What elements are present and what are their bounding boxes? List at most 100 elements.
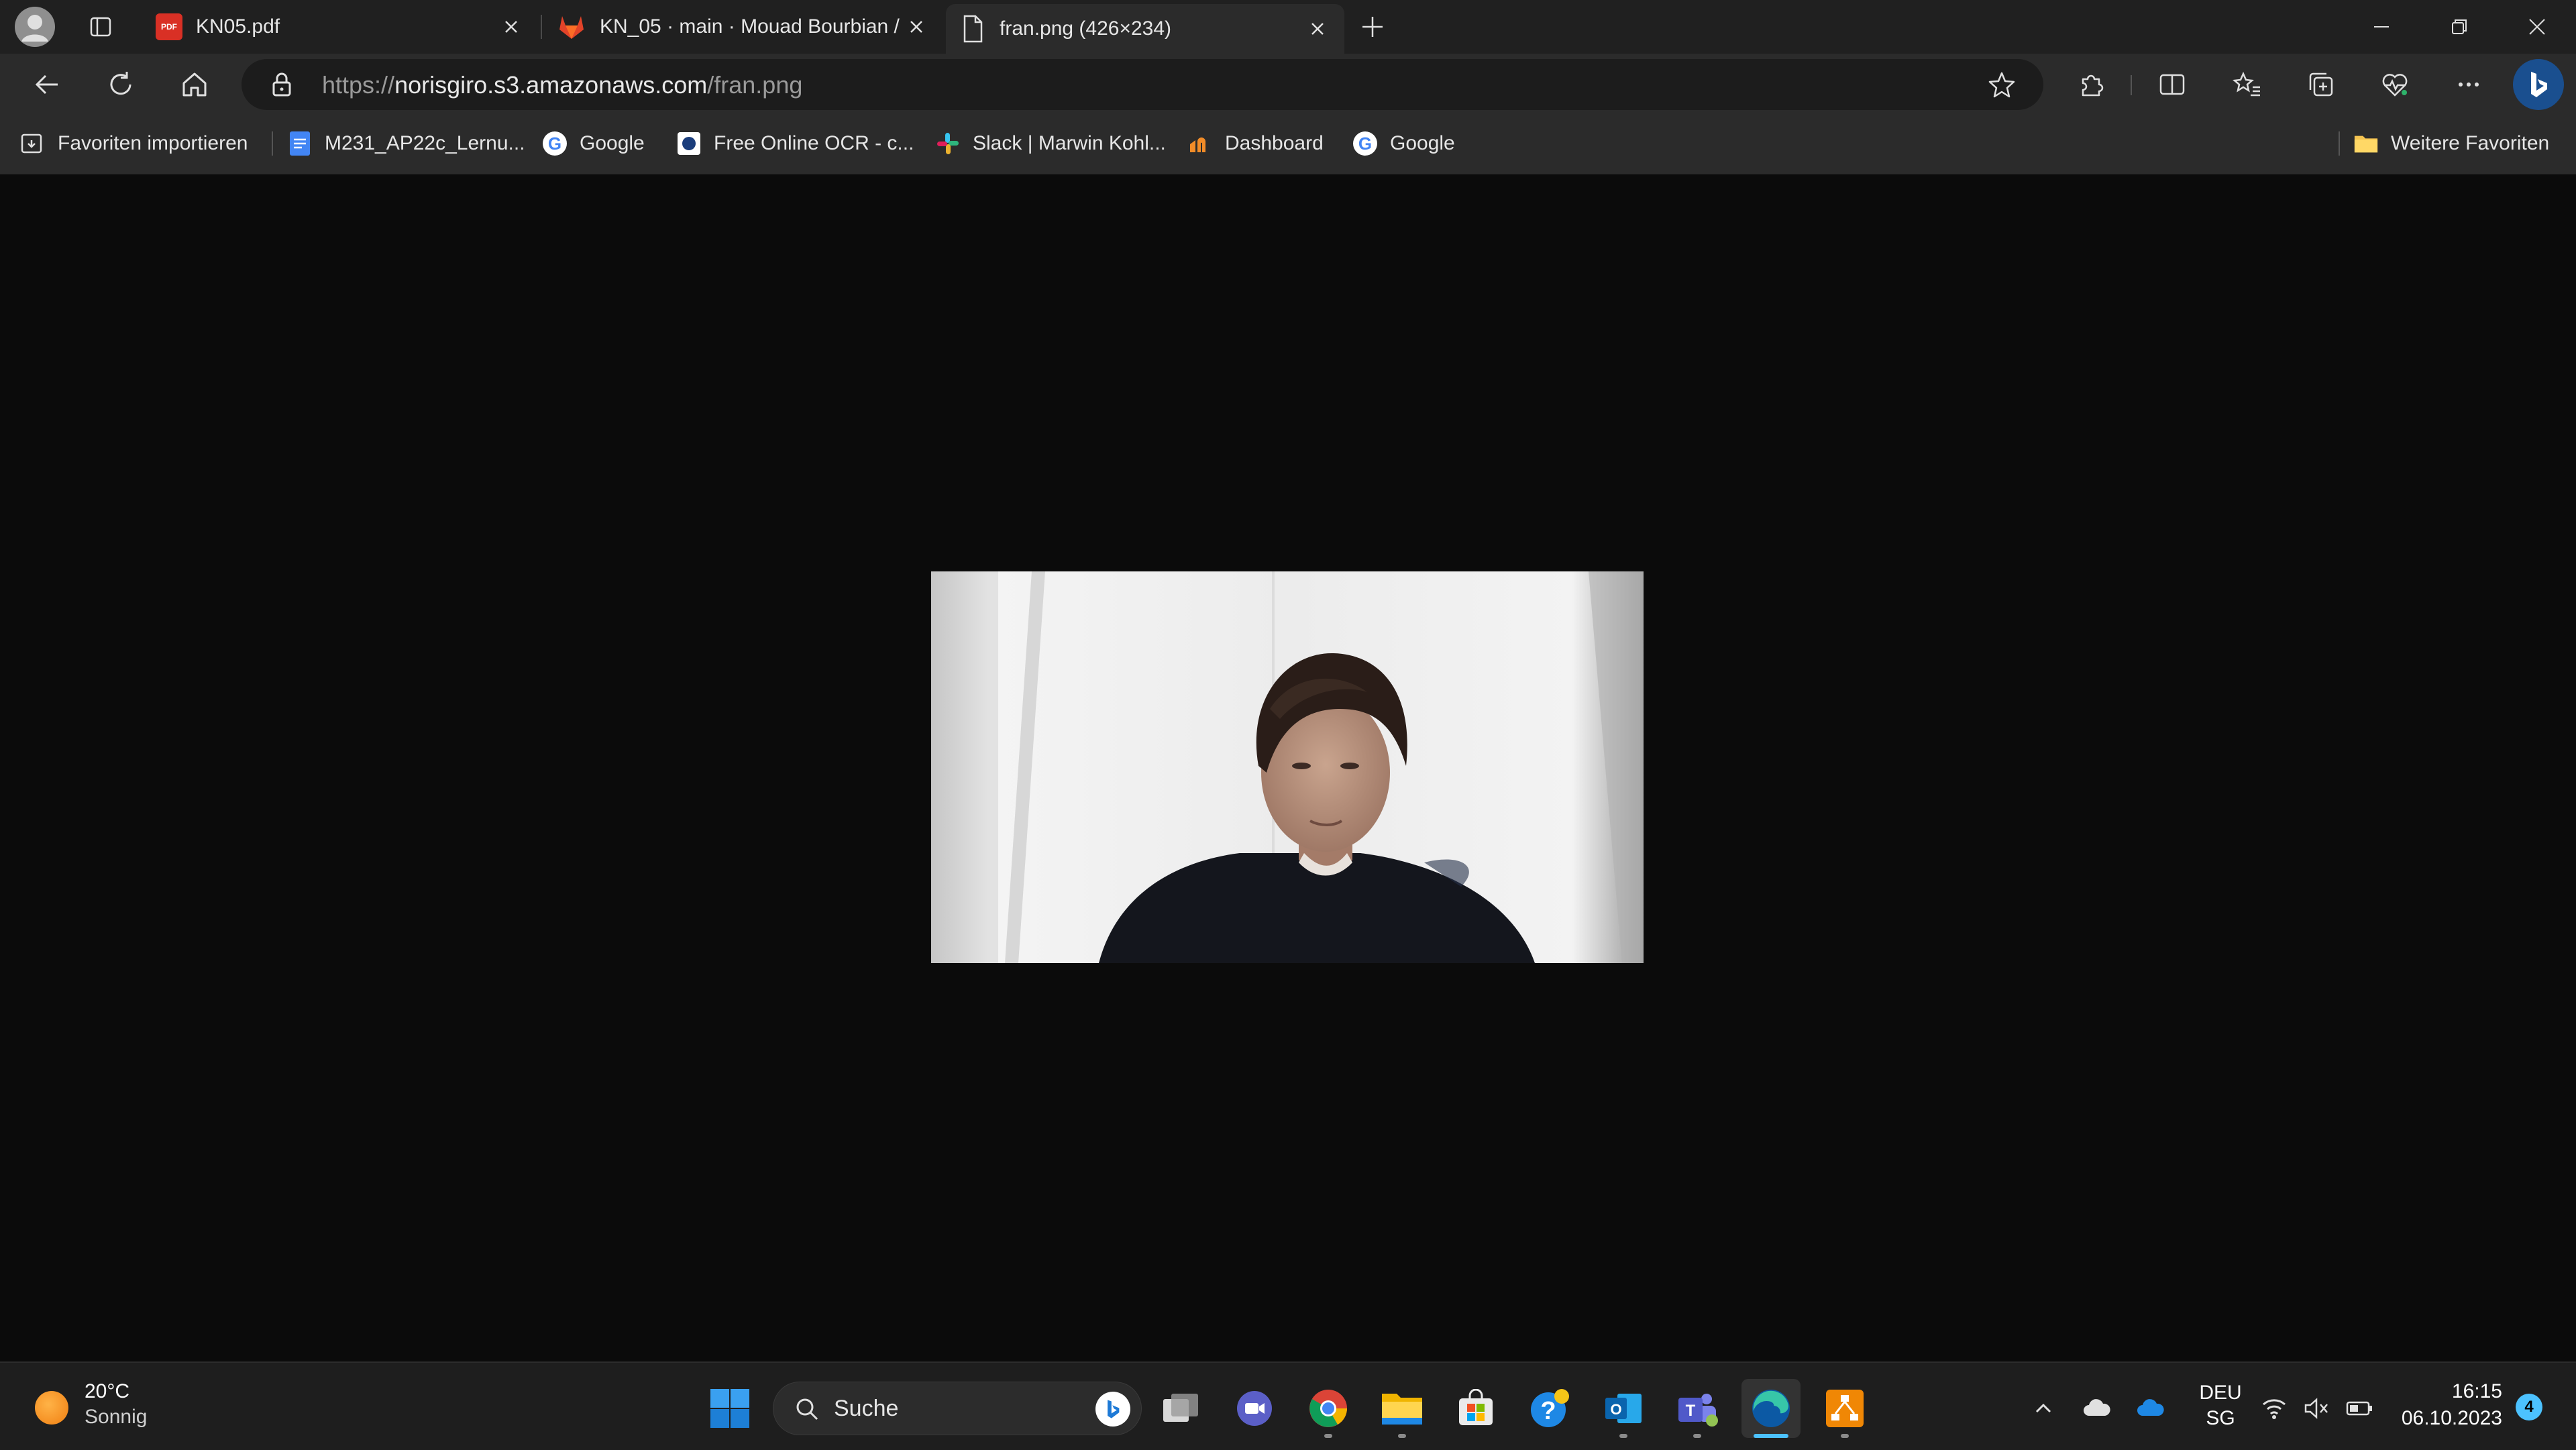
wifi-icon xyxy=(2263,1399,2286,1419)
pdf-icon: PDF xyxy=(156,13,182,40)
favorite-ocr[interactable]: Free Online OCR - c... xyxy=(676,125,914,162)
taskbar-file-explorer[interactable] xyxy=(1373,1379,1432,1438)
close-icon xyxy=(2529,19,2545,35)
favorites-divider xyxy=(2339,131,2340,156)
network-volume-battery[interactable] xyxy=(2261,1388,2375,1429)
language-code: DEU xyxy=(2199,1382,2242,1404)
taskbar-help[interactable]: ? xyxy=(1520,1379,1579,1438)
favorite-label: M231_AP22c_Lernu... xyxy=(325,132,525,154)
home-icon xyxy=(182,72,207,97)
active-indicator xyxy=(1754,1434,1788,1438)
notification-badge[interactable]: 4 xyxy=(2516,1394,2542,1420)
taskbar-store[interactable] xyxy=(1446,1379,1505,1438)
favorite-import[interactable]: Favoriten importieren xyxy=(20,125,248,162)
close-icon xyxy=(505,21,517,33)
favorite-label: Google xyxy=(1390,132,1455,154)
heart-pulse-icon xyxy=(2382,74,2408,97)
help-icon: ? xyxy=(1531,1389,1569,1427)
taskbar-teams[interactable]: T xyxy=(1668,1379,1727,1438)
tab-gitlab[interactable]: KN_05 · main · Mouad Bourbian / xyxy=(549,0,943,54)
weather-widget[interactable]: 20°C Sonnig xyxy=(27,1379,161,1433)
taskbar-search[interactable]: Suche xyxy=(773,1382,1142,1435)
favorite-m231[interactable]: M231_AP22c_Lernu... xyxy=(287,125,525,162)
bing-copilot-button[interactable] xyxy=(2513,59,2564,110)
profile-avatar[interactable] xyxy=(15,7,55,47)
url-text[interactable]: https://norisgiro.s3.amazonaws.com/fran.… xyxy=(322,70,802,101)
split-screen-icon xyxy=(2159,74,2185,95)
collections-button[interactable] xyxy=(2301,64,2341,105)
lock-icon[interactable] xyxy=(268,71,295,98)
taskbar-chat[interactable] xyxy=(1225,1379,1284,1438)
back-button[interactable] xyxy=(27,64,67,105)
start-button[interactable] xyxy=(700,1379,759,1438)
displayed-image[interactable] xyxy=(931,571,1644,963)
tab-actions-icon xyxy=(90,17,111,37)
bing-icon xyxy=(2531,72,2547,97)
bing-search-icon xyxy=(1095,1392,1130,1427)
folder-icon xyxy=(1382,1394,1422,1425)
more-dots-icon xyxy=(2459,82,2479,87)
battery-icon xyxy=(2346,1401,2372,1416)
favorite-google-2[interactable]: G Google xyxy=(1352,125,1455,162)
url-scheme: https:// xyxy=(322,71,395,99)
close-tab-button[interactable] xyxy=(498,13,525,40)
url-host: norisgiro.s3.amazonaws.com xyxy=(394,71,708,99)
svg-text:T: T xyxy=(1686,1402,1696,1420)
close-icon xyxy=(1311,23,1324,35)
tab-fran-png[interactable]: fran.png (426×234) xyxy=(946,4,1344,54)
restore-button[interactable] xyxy=(2439,7,2479,47)
task-view-button[interactable] xyxy=(1151,1379,1210,1438)
toolbar-divider xyxy=(2131,75,2132,95)
favorite-dashboard[interactable]: Dashboard xyxy=(1187,125,1324,162)
chrome-icon xyxy=(1309,1390,1347,1427)
chat-camera-icon xyxy=(1237,1391,1272,1426)
minimize-icon xyxy=(2374,26,2389,27)
svg-text:?: ? xyxy=(1540,1397,1556,1425)
favorite-label: Free Online OCR - c... xyxy=(714,132,914,154)
teams-icon: T xyxy=(1678,1394,1718,1427)
folder-icon xyxy=(2353,131,2379,156)
language-indicator[interactable]: DEU SG xyxy=(2187,1382,2254,1435)
windows-icon xyxy=(710,1389,749,1428)
file-icon xyxy=(963,15,983,43)
extensions-button[interactable] xyxy=(2072,64,2112,105)
onedrive-tray-icon[interactable] xyxy=(2131,1388,2171,1429)
taskbar-chrome[interactable] xyxy=(1299,1379,1358,1438)
search-icon xyxy=(796,1398,818,1420)
clock[interactable]: 16:15 06.10.2023 xyxy=(2388,1380,2502,1437)
google-icon: G xyxy=(1352,131,1378,156)
cloud-tray-icon[interactable] xyxy=(2077,1388,2117,1429)
performance-button[interactable] xyxy=(2375,64,2415,105)
running-indicator xyxy=(1619,1434,1627,1438)
other-favorites-folder[interactable]: Weitere Favoriten xyxy=(2353,125,2549,162)
taskbar-edge[interactable] xyxy=(1741,1379,1801,1438)
tab-actions-button[interactable] xyxy=(80,7,121,47)
favorite-label: Weitere Favoriten xyxy=(2391,132,2550,154)
minimize-button[interactable] xyxy=(2361,7,2402,47)
weather-condition: Sonnig xyxy=(85,1406,148,1428)
favorite-label: Dashboard xyxy=(1225,132,1324,154)
taskbar-drawio[interactable] xyxy=(1815,1379,1874,1438)
close-window-button[interactable] xyxy=(2517,7,2557,47)
profile-icon xyxy=(21,15,48,42)
refresh-button[interactable] xyxy=(101,64,141,105)
favorite-star-button[interactable] xyxy=(1982,64,2022,105)
edge-icon xyxy=(1752,1390,1790,1427)
favorites-button[interactable] xyxy=(2227,64,2267,105)
plus-icon xyxy=(1362,17,1383,37)
close-tab-button[interactable] xyxy=(1304,15,1331,42)
arrow-left-icon xyxy=(35,74,58,95)
tab-kn05-pdf[interactable]: PDF KN05.pdf xyxy=(149,0,538,54)
taskbar-outlook[interactable]: O xyxy=(1594,1379,1653,1438)
split-screen-button[interactable] xyxy=(2152,64,2192,105)
notification-count: 4 xyxy=(2524,1398,2534,1416)
running-indicator xyxy=(1324,1434,1332,1438)
new-tab-button[interactable] xyxy=(1352,7,1393,47)
settings-more-button[interactable] xyxy=(2449,64,2489,105)
close-tab-button[interactable] xyxy=(903,13,930,40)
favorite-slack[interactable]: Slack | Marwin Kohl... xyxy=(935,125,1166,162)
favorite-google-1[interactable]: G Google xyxy=(542,125,645,162)
show-hidden-icons-button[interactable] xyxy=(2023,1388,2063,1429)
home-button[interactable] xyxy=(174,64,215,105)
docs-icon xyxy=(287,131,313,156)
